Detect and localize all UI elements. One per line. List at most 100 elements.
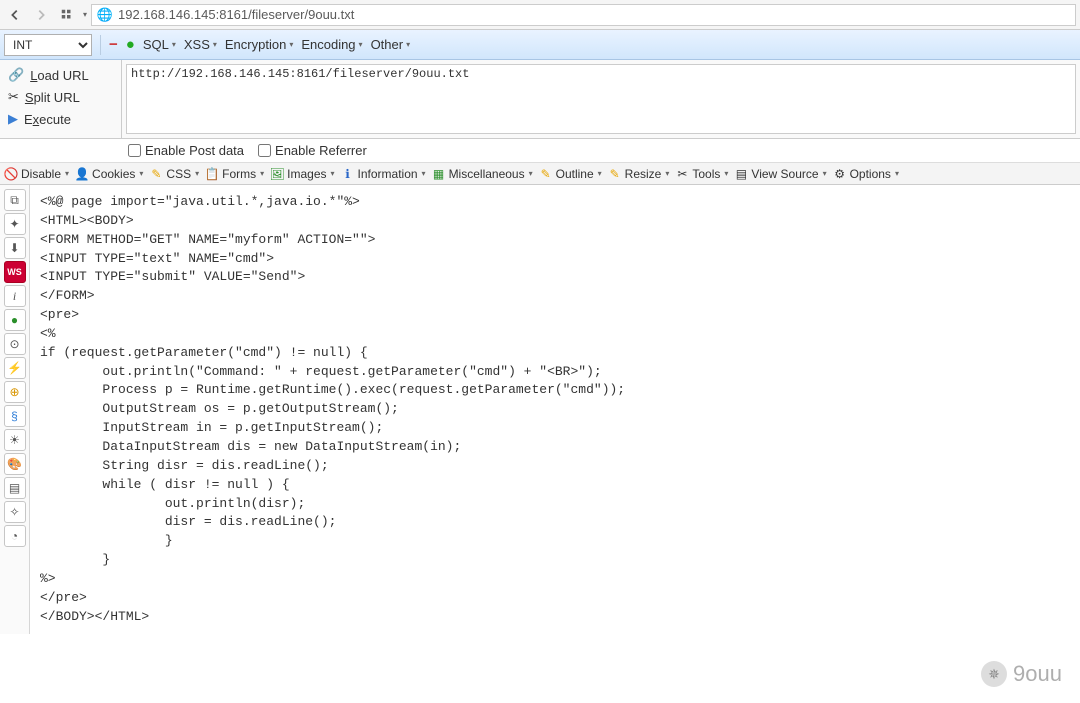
wd-disable[interactable]: 🚫Disable▾ [4, 167, 69, 181]
play-icon: ▶ [8, 111, 18, 127]
code-icon: ⧉ [10, 193, 19, 208]
wd-css[interactable]: ✎CSS▾ [149, 167, 199, 181]
menu-encryption[interactable]: Encryption▾ [225, 37, 293, 52]
dot-icon: ● [11, 313, 18, 327]
url-panel: 🔗 Load URL ✂ Split URL ▶ Execute [0, 60, 1080, 139]
resize-icon: ✎ [608, 167, 622, 181]
side-tool-column: ⧉ ✦ ⬇ WS i ● ⊙ ⚡ ⊕ § ☀ 🎨 ▤ ✧ ◔ [0, 185, 30, 634]
menu-encoding[interactable]: Encoding▾ [301, 37, 362, 52]
wd-images[interactable]: 🖼Images▾ [270, 167, 334, 181]
chevron-down-icon: ▾ [359, 40, 363, 49]
separator [100, 35, 101, 55]
action-label: ecute [39, 112, 71, 127]
circle-icon: ◔ [11, 529, 18, 543]
watermark: ✵ 9ouu [981, 661, 1062, 687]
misc-icon: ▦ [432, 167, 446, 181]
side-bracket-button[interactable]: ⊙ [4, 333, 26, 355]
address-bar[interactable]: 🌐 192.168.146.145:8161/fileserver/9ouu.t… [91, 4, 1076, 26]
wd-information[interactable]: ℹInformation▾ [341, 167, 426, 181]
globe-alt-icon: ⊕ [9, 385, 19, 399]
hackbar-toolbar: INT − ● SQL▾ XSS▾ Encryption▾ Encoding▾ … [0, 30, 1080, 60]
main-row: ⧉ ✦ ⬇ WS i ● ⊙ ⚡ ⊕ § ☀ 🎨 ▤ ✧ ◔ <%@ page … [0, 185, 1080, 634]
forward-button[interactable] [30, 4, 52, 26]
tools-icon: ✂ [675, 167, 689, 181]
chevron-down-icon: ▾ [83, 10, 87, 19]
url-textarea[interactable] [126, 64, 1076, 134]
arrow-left-icon [8, 8, 22, 22]
disable-icon: 🚫 [4, 167, 18, 181]
chevron-down-icon: ▾ [172, 40, 176, 49]
wd-options[interactable]: ⚙Options▾ [833, 167, 899, 181]
enable-options: Enable Post data Enable Referrer [0, 139, 1080, 163]
wand-icon: ⚡ [7, 361, 22, 375]
side-spiral-button[interactable]: § [4, 405, 26, 427]
action-label: oad URL [37, 68, 88, 83]
spiral-icon: § [11, 409, 18, 423]
checkbox[interactable] [258, 144, 271, 157]
wd-outline[interactable]: ✎Outline▾ [539, 167, 602, 181]
profile-select[interactable]: INT [4, 34, 92, 56]
wd-miscellaneous[interactable]: ▦Miscellaneous▾ [432, 167, 533, 181]
sun-icon: ☀ [9, 433, 20, 447]
bracket-icon: ⊙ [9, 337, 19, 351]
wd-tools[interactable]: ✂Tools▾ [675, 167, 728, 181]
cookies-icon: 👤 [75, 167, 89, 181]
wd-resize[interactable]: ✎Resize▾ [608, 167, 670, 181]
options-icon: ⚙ [833, 167, 847, 181]
checkbox[interactable] [128, 144, 141, 157]
grid-menu-button[interactable] [56, 4, 78, 26]
side-ws-button[interactable]: WS [4, 261, 26, 283]
source-icon: ▤ [734, 167, 748, 181]
address-bar-text: 192.168.146.145:8161/fileserver/9ouu.txt [118, 7, 354, 22]
browser-nav-toolbar: ▾ 🌐 192.168.146.145:8161/fileserver/9ouu… [0, 0, 1080, 30]
execute-button[interactable]: ▶ Execute [4, 110, 117, 128]
enable-post-checkbox[interactable]: Enable Post data [128, 143, 244, 158]
images-icon: 🖼 [270, 167, 284, 181]
misc-icon: ✧ [9, 505, 19, 519]
css-icon: ✎ [149, 167, 163, 181]
side-sun-button[interactable]: ☀ [4, 429, 26, 451]
chevron-down-icon: ▾ [213, 40, 217, 49]
download-icon: ⬇ [9, 241, 19, 255]
side-puzzle-button[interactable]: ✦ [4, 213, 26, 235]
wd-forms[interactable]: 📋Forms▾ [205, 167, 264, 181]
settings-icon: ▤ [9, 481, 20, 495]
forms-icon: 📋 [205, 167, 219, 181]
wechat-icon: ✵ [981, 661, 1007, 687]
side-circle-button[interactable]: ◔ [4, 525, 26, 547]
chevron-down-icon: ▾ [289, 40, 293, 49]
menu-other[interactable]: Other▾ [371, 37, 411, 52]
side-code-button[interactable]: ⧉ [4, 189, 26, 211]
side-info-button[interactable]: i [4, 285, 26, 307]
split-url-button[interactable]: ✂ Split URL [4, 88, 117, 106]
chevron-down-icon: ▾ [406, 40, 410, 49]
enable-referrer-checkbox[interactable]: Enable Referrer [258, 143, 367, 158]
remove-button[interactable]: − [109, 36, 118, 53]
wd-viewsource[interactable]: ▤View Source▾ [734, 167, 826, 181]
grid-icon [60, 8, 74, 22]
side-misc-button[interactable]: ✧ [4, 501, 26, 523]
side-globe-button[interactable]: ⊕ [4, 381, 26, 403]
action-label: plit URL [34, 90, 80, 105]
watermark-text: 9ouu [1013, 661, 1062, 687]
arrow-right-icon [34, 8, 48, 22]
wd-cookies[interactable]: 👤Cookies▾ [75, 167, 143, 181]
side-wand-button[interactable]: ⚡ [4, 357, 26, 379]
url-action-list: 🔗 Load URL ✂ Split URL ▶ Execute [0, 60, 122, 138]
side-download-button[interactable]: ⬇ [4, 237, 26, 259]
menu-sql[interactable]: SQL▾ [143, 37, 176, 52]
info-icon: ℹ [341, 167, 355, 181]
outline-icon: ✎ [539, 167, 553, 181]
chain-icon: 🔗 [8, 67, 24, 83]
menu-xss[interactable]: XSS▾ [184, 37, 217, 52]
web-developer-toolbar: 🚫Disable▾ 👤Cookies▾ ✎CSS▾ 📋Forms▾ 🖼Image… [0, 163, 1080, 185]
load-url-button[interactable]: 🔗 Load URL [4, 66, 117, 84]
side-settings-button[interactable]: ▤ [4, 477, 26, 499]
side-dot-button[interactable]: ● [4, 309, 26, 331]
side-palette-button[interactable]: 🎨 [4, 453, 26, 475]
back-button[interactable] [4, 4, 26, 26]
puzzle-icon: ✦ [9, 217, 19, 231]
info-icon: i [13, 289, 16, 304]
add-button[interactable]: ● [126, 36, 135, 53]
response-body: <%@ page import="java.util.*,java.io.*"%… [30, 185, 1080, 634]
